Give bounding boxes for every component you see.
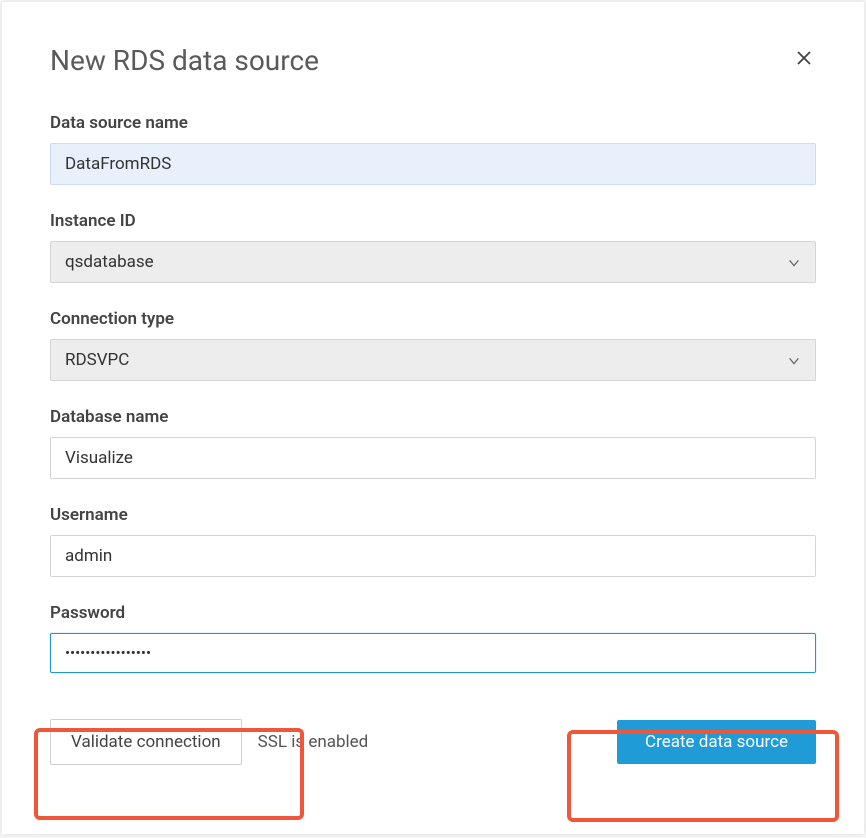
modal-header: New RDS data source: [2, 2, 864, 77]
password-input[interactable]: [50, 633, 816, 673]
ssl-enabled-text: SSL is enabled: [258, 732, 369, 752]
data-source-name-input[interactable]: [50, 143, 816, 185]
data-source-name-label: Data source name: [50, 113, 816, 133]
new-rds-datasource-modal: New RDS data source Data source name Ins…: [2, 2, 864, 834]
username-label: Username: [50, 505, 816, 525]
footer-left: Validate connection SSL is enabled: [50, 719, 368, 765]
close-icon: [796, 46, 812, 71]
database-name-label: Database name: [50, 407, 816, 427]
chevron-down-icon: [787, 255, 801, 269]
close-button[interactable]: [792, 44, 816, 74]
password-group: Password: [50, 603, 816, 673]
instance-id-select[interactable]: qsdatabase: [50, 241, 816, 283]
connection-type-group: Connection type RDSVPC: [50, 309, 816, 381]
validate-connection-button[interactable]: Validate connection: [50, 719, 242, 765]
data-source-name-group: Data source name: [50, 113, 816, 185]
instance-id-label: Instance ID: [50, 211, 816, 231]
chevron-down-icon: [787, 353, 801, 367]
create-data-source-button[interactable]: Create data source: [617, 720, 816, 764]
form-body: Data source name Instance ID qsdatabase …: [2, 77, 864, 719]
connection-type-value: RDSVPC: [65, 350, 129, 370]
modal-footer: Validate connection SSL is enabled Creat…: [2, 719, 864, 789]
database-name-group: Database name: [50, 407, 816, 479]
password-label: Password: [50, 603, 816, 623]
instance-id-group: Instance ID qsdatabase: [50, 211, 816, 283]
username-input[interactable]: [50, 535, 816, 577]
connection-type-label: Connection type: [50, 309, 816, 329]
modal-title: New RDS data source: [50, 44, 319, 77]
instance-id-value: qsdatabase: [65, 252, 154, 272]
username-group: Username: [50, 505, 816, 577]
database-name-input[interactable]: [50, 437, 816, 479]
connection-type-select[interactable]: RDSVPC: [50, 339, 816, 381]
